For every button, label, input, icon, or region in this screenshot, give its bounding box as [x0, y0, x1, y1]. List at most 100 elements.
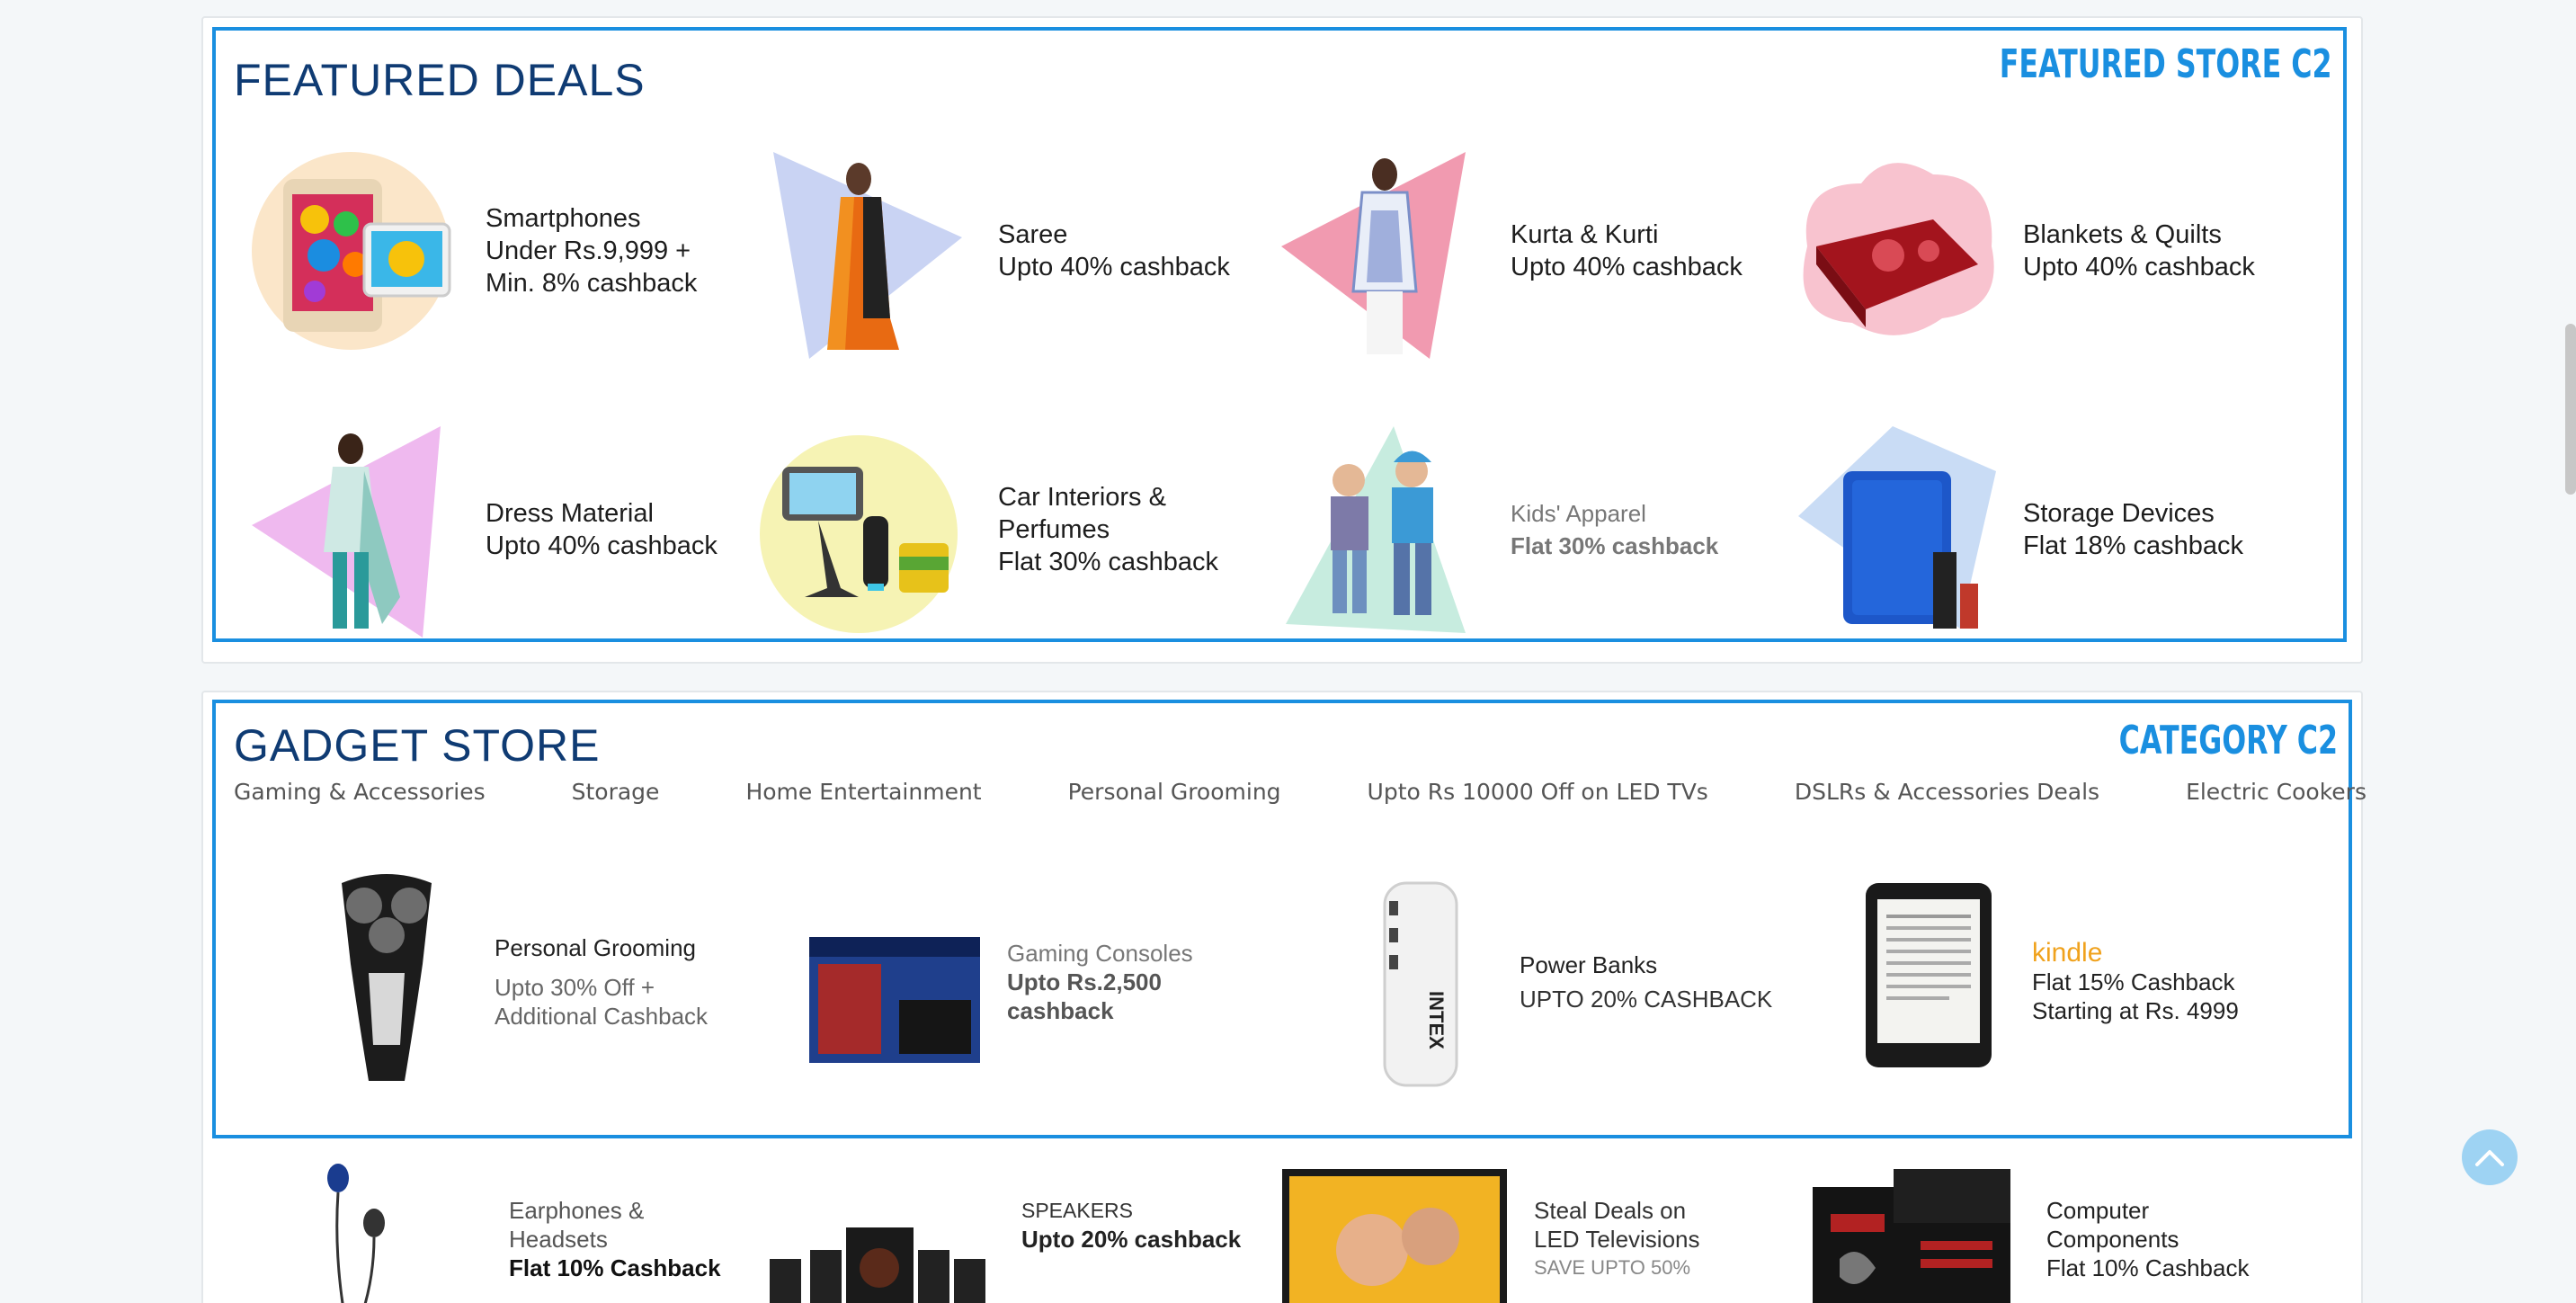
deal-line: Car Interiors & — [998, 483, 1166, 512]
led-tv-image — [1282, 1169, 1507, 1303]
gadget-line: Components — [2046, 1226, 2179, 1253]
gadget-line: Flat 10% Cashback — [2046, 1254, 2250, 1281]
deal-card-blankets[interactable]: Blankets & Quilts Upto 40% cashback — [1771, 129, 2284, 372]
gadget-line: Steal Deals on — [1534, 1197, 1687, 1224]
smartphone-image — [252, 152, 451, 350]
deal-line: Perfumes — [998, 515, 1110, 544]
gadget-card-power-banks[interactable]: INTEX Power Banks UPTO 20% CASHBACK — [1250, 847, 1772, 1117]
gadget-line: Earphones & — [509, 1197, 645, 1224]
gadget-line: Computer — [2046, 1197, 2150, 1224]
chevron-up-icon — [2475, 1150, 2504, 1166]
deal-card-kids-apparel[interactable]: Kids' Apparel Flat 30% cashback — [1259, 408, 1771, 651]
deal-text: Storage Devices Flat 18% cashback — [2023, 497, 2243, 562]
gadget-card-text: kindle Flat 15% Cashback Starting at Rs.… — [2032, 939, 2239, 1025]
power-bank-image: INTEX — [1383, 881, 1458, 1087]
deal-card-smartphones[interactable]: Smartphones Under Rs.9,999 + Min. 8% cas… — [234, 129, 746, 372]
gadget-line: UPTO 20% CASHBACK — [1520, 986, 1773, 1013]
gadget-line: Flat 10% Cashback — [509, 1254, 721, 1281]
deal-line: Flat 30% cashback — [998, 548, 1219, 576]
gadget-card-text: Computer Components Flat 10% Cashback — [2046, 1196, 2249, 1282]
dress-material-image — [252, 426, 441, 638]
featured-store-frame: FEATURED DEALS FEATURED STORE C2 Smartph… — [212, 27, 2347, 642]
store-tag: FEATURED STORE C2 — [2000, 41, 2332, 87]
deal-card-saree[interactable]: Saree Upto 40% cashback — [746, 129, 1259, 372]
scroll-to-top-button[interactable] — [2462, 1129, 2518, 1185]
deal-card-storage-devices[interactable]: Storage Devices Flat 18% cashback — [1771, 408, 2284, 651]
storage-device-image — [1798, 426, 1996, 629]
category-links: Gaming & Accessories Storage Home Entert… — [234, 779, 2367, 805]
gadget-line: Starting at Rs. 4999 — [2032, 997, 2239, 1024]
deal-line: Upto 40% cashback — [998, 253, 1230, 281]
gadget-card-gaming-consoles[interactable]: Gaming Consoles Upto Rs.2,500 cashback — [737, 847, 1250, 1117]
gadget-card-text: Steal Deals on LED Televisions SAVE UPTO… — [1534, 1196, 1700, 1282]
gadget-card-computer-components[interactable]: Computer Components Flat 10% Cashback — [1750, 1151, 2262, 1303]
gadget-line: Additional Cashback — [495, 1003, 709, 1030]
deal-line: Flat 18% cashback — [2023, 531, 2244, 560]
category-tag: CATEGORY C2 — [2118, 718, 2338, 763]
deal-text: Blankets & Quilts Upto 40% cashback — [2023, 219, 2255, 283]
deal-line: Blankets & Quilts — [2023, 220, 2222, 249]
gadget-line: Power Banks — [1520, 951, 1658, 978]
gadget-line: SAVE UPTO 50% — [1534, 1256, 1691, 1279]
deal-card-kurta[interactable]: Kurta & Kurti Upto 40% cashback — [1259, 129, 1771, 372]
car-accessories-image — [760, 435, 958, 633]
deal-text: Car Interiors & Perfumes Flat 30% cashba… — [998, 481, 1218, 578]
category-link-dslrs[interactable]: DSLRs & Accessories Deals — [1795, 779, 2099, 805]
ps4-image — [809, 937, 980, 1063]
gadget-line: Headsets — [509, 1226, 608, 1253]
motherboard-image — [1813, 1169, 2010, 1303]
category-link-electric-cookers[interactable]: Electric Cookers — [2186, 779, 2367, 805]
gadget-line: Upto Rs.2,500 — [1007, 968, 1162, 995]
gadget-card-kindle[interactable]: kindle Flat 15% Cashback Starting at Rs.… — [1762, 847, 2275, 1117]
gadget-card-text: SPEAKERS Upto 20% cashback — [1021, 1196, 1241, 1254]
gadget-line: Gaming Consoles — [1007, 940, 1193, 967]
category-link-gaming[interactable]: Gaming & Accessories — [234, 779, 486, 805]
gadget-card-text: Power Banks UPTO 20% CASHBACK — [1520, 950, 1772, 1013]
deal-card-car-interiors[interactable]: Car Interiors & Perfumes Flat 30% cashba… — [746, 408, 1259, 651]
scrollbar-thumb[interactable] — [2565, 324, 2576, 495]
gadget-card-led-tv[interactable]: Steal Deals on LED Televisions SAVE UPTO… — [1237, 1151, 1750, 1303]
gadget-card-text: Earphones & Headsets Flat 10% Cashback — [509, 1196, 721, 1282]
deal-text: Saree Upto 40% cashback — [998, 219, 1230, 283]
featured-deals-panel: FEATURED DEALS FEATURED STORE C2 Smartph… — [201, 16, 2363, 664]
deal-card-dress-material[interactable]: Dress Material Upto 40% cashback — [234, 408, 746, 651]
gadget-card-grooming[interactable]: Personal Grooming Upto 30% Off + Additio… — [225, 847, 737, 1117]
category-link-personal-grooming[interactable]: Personal Grooming — [1068, 779, 1281, 805]
kurta-image — [1281, 152, 1466, 359]
deal-line: Kids' Apparel — [1511, 500, 1646, 527]
blanket-image — [1803, 163, 1994, 335]
deal-line: Upto 40% cashback — [486, 531, 718, 560]
gadget-card-text: Personal Grooming Upto 30% Off + Additio… — [495, 933, 708, 1031]
deal-line: Saree — [998, 220, 1068, 249]
deal-line: Upto 40% cashback — [2023, 253, 2255, 281]
speakers-image — [770, 1227, 985, 1303]
deal-line: Flat 30% cashback — [1511, 532, 1719, 559]
svg-text:INTEX: INTEX — [1425, 991, 1448, 1049]
gadget-card-speakers[interactable]: SPEAKERS Upto 20% cashback — [725, 1151, 1241, 1303]
gadget-card-earphones[interactable]: Earphones & Headsets Flat 10% Cashback — [212, 1151, 725, 1303]
section-title: GADGET STORE — [234, 720, 601, 771]
deal-line: Upto 40% cashback — [1511, 253, 1743, 281]
kindle-image — [1866, 883, 1992, 1067]
gadget-line: Upto 30% Off + — [495, 974, 655, 1001]
saree-image — [773, 152, 962, 359]
deal-line: Smartphones — [486, 204, 641, 233]
shaver-image — [342, 874, 432, 1081]
deal-text: Kids' Apparel Flat 30% cashback — [1511, 497, 1718, 562]
category-link-home-entertainment[interactable]: Home Entertainment — [745, 779, 981, 805]
section-title: FEATURED DEALS — [234, 55, 646, 105]
category-link-led-tvs[interactable]: Upto Rs 10000 Off on LED TVs — [1368, 779, 1708, 805]
deal-line: Min. 8% cashback — [486, 269, 698, 298]
kindle-wordmark: kindle — [2032, 938, 2103, 968]
deal-line: Dress Material — [486, 499, 654, 528]
deal-text: Smartphones Under Rs.9,999 + Min. 8% cas… — [486, 202, 697, 299]
deal-line: Under Rs.9,999 + — [486, 237, 691, 265]
deal-line: Kurta & Kurti — [1511, 220, 1659, 249]
deal-line: Storage Devices — [2023, 499, 2215, 528]
category-link-storage[interactable]: Storage — [572, 779, 660, 805]
gadget-store-panel: GADGET STORE CATEGORY C2 Gaming & Access… — [201, 691, 2367, 1303]
deal-text: Kurta & Kurti Upto 40% cashback — [1511, 219, 1743, 283]
gadget-line: LED Televisions — [1534, 1226, 1700, 1253]
gadget-line: SPEAKERS — [1021, 1199, 1133, 1222]
category-frame: GADGET STORE CATEGORY C2 Gaming & Access… — [212, 700, 2367, 1138]
